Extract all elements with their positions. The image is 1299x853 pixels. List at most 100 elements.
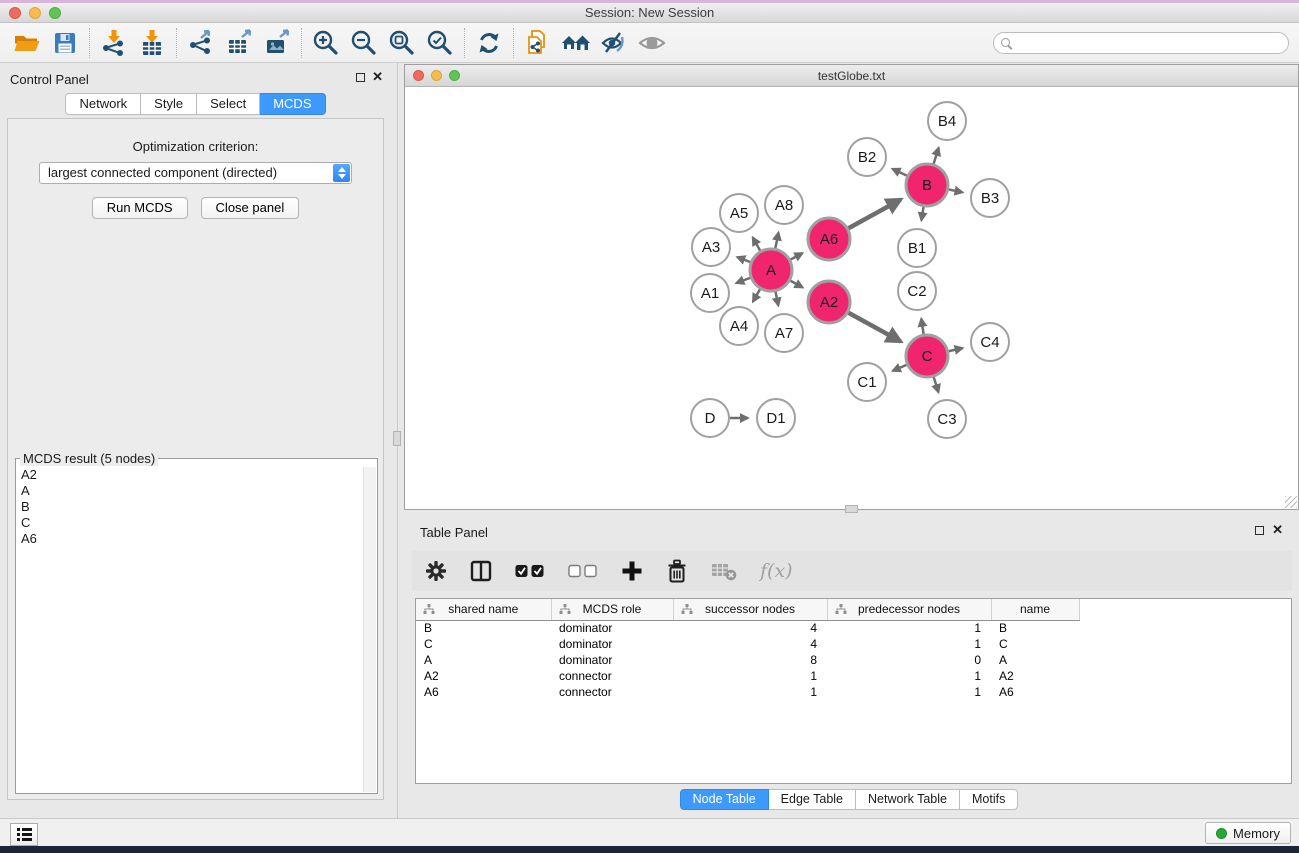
table-cell[interactable]: 4 — [673, 636, 827, 652]
search-field[interactable] — [993, 32, 1289, 54]
table-row[interactable]: Bdominator41B — [416, 620, 1079, 636]
result-list-item[interactable]: A — [17, 483, 362, 499]
column-header-name[interactable]: name — [991, 599, 1079, 620]
function-builder-button[interactable]: f(x) — [760, 560, 793, 582]
birds-eye-view-button[interactable] — [633, 26, 671, 60]
column-header-shared-name[interactable]: shared name — [416, 599, 551, 620]
deselect-all-button[interactable] — [568, 564, 598, 578]
open-session-button[interactable] — [8, 26, 46, 60]
toggle-graphics-details-button[interactable] — [595, 26, 633, 60]
resize-grip-icon[interactable] — [1285, 496, 1297, 508]
table-cell[interactable]: dominator — [551, 620, 673, 636]
graph-edge-B-B3[interactable] — [949, 189, 963, 192]
save-session-button[interactable] — [46, 26, 84, 60]
zoom-out-button[interactable] — [345, 26, 383, 60]
export-network-button[interactable] — [182, 26, 220, 60]
table-cell[interactable]: 1 — [673, 684, 827, 700]
table-cell[interactable]: 0 — [827, 652, 991, 668]
result-list-item[interactable]: B — [17, 499, 362, 515]
result-list-item[interactable]: C — [17, 515, 362, 531]
table-row[interactable]: A2connector11A2 — [416, 668, 1079, 684]
graph-edge-A-A4[interactable] — [753, 289, 760, 302]
search-input[interactable] — [1015, 36, 1288, 50]
table-cell[interactable]: A6 — [416, 684, 551, 700]
table-cell[interactable]: B — [991, 620, 1079, 636]
export-table-button[interactable] — [220, 26, 258, 60]
mcds-result-list[interactable]: A2ABCA6 — [17, 467, 362, 792]
graph-edge-A-A5[interactable] — [753, 237, 761, 250]
table-cell[interactable]: C — [416, 636, 551, 652]
graph-edge-B-B2[interactable] — [892, 169, 907, 176]
table-cell[interactable]: connector — [551, 668, 673, 684]
memory-button[interactable]: Memory — [1205, 822, 1291, 844]
table-cell[interactable]: C — [991, 636, 1079, 652]
add-column-button[interactable] — [621, 560, 643, 582]
graph-edge-A6-B[interactable] — [848, 199, 900, 228]
table-cell[interactable]: 1 — [827, 636, 991, 652]
tab-edge-table[interactable]: Edge Table — [769, 789, 856, 810]
tab-node-table[interactable]: Node Table — [680, 789, 769, 810]
horizontal-divider-handle[interactable] — [845, 505, 858, 513]
float-table-panel-icon[interactable] — [1255, 526, 1264, 535]
network-graph[interactable]: B4B2BB3A5A8A6B1A3AC2A1A2A4A7C4CC1C3DD1 — [405, 88, 1298, 509]
result-list-item[interactable]: A6 — [17, 531, 362, 547]
table-cell[interactable]: B — [416, 620, 551, 636]
tab-network[interactable]: Network — [65, 93, 141, 115]
tab-select[interactable]: Select — [197, 93, 260, 115]
graph-edge-A-A8[interactable] — [775, 232, 778, 248]
table-cell[interactable]: 8 — [673, 652, 827, 668]
graph-edge-B-B1[interactable] — [921, 207, 923, 221]
graph-edge-C-C2[interactable] — [921, 319, 923, 335]
result-list-item[interactable]: A2 — [17, 467, 362, 483]
table-cell[interactable]: A2 — [416, 668, 551, 684]
table-row[interactable]: A6connector11A6 — [416, 684, 1079, 700]
close-panel-icon[interactable]: ✕ — [372, 69, 383, 85]
result-list-scrollbar[interactable] — [363, 467, 376, 792]
table-cell[interactable]: 4 — [673, 620, 827, 636]
export-image-button[interactable] — [258, 26, 296, 60]
table-cell[interactable]: A2 — [991, 668, 1079, 684]
clone-network-button[interactable] — [519, 26, 557, 60]
column-header-MCDS-role[interactable]: MCDS role — [551, 599, 673, 620]
graph-edge-A-A1[interactable] — [736, 278, 750, 283]
graph-edge-C-C4[interactable] — [948, 348, 962, 351]
table-cell[interactable]: 1 — [827, 620, 991, 636]
table-cell[interactable]: connector — [551, 684, 673, 700]
graph-edge-C-C3[interactable] — [934, 377, 939, 392]
home-button[interactable] — [557, 26, 595, 60]
run-mcds-button[interactable]: Run MCDS — [92, 197, 188, 219]
float-panel-icon[interactable] — [356, 73, 365, 82]
table-cell[interactable]: A6 — [991, 684, 1079, 700]
graph-edge-B-B4[interactable] — [934, 148, 939, 164]
table-cell[interactable]: dominator — [551, 636, 673, 652]
select-all-button[interactable] — [515, 564, 545, 578]
table-cell[interactable]: 1 — [673, 668, 827, 684]
delete-table-button[interactable] — [711, 560, 737, 582]
zoom-selected-button[interactable] — [421, 26, 459, 60]
zoom-fit-button[interactable] — [383, 26, 421, 60]
table-cell[interactable]: dominator — [551, 652, 673, 668]
network-window-titlebar[interactable]: testGlobe.txt — [405, 65, 1298, 87]
graph-edge-A-A2[interactable] — [790, 281, 802, 288]
network-canvas[interactable]: B4B2BB3A5A8A6B1A3AC2A1A2A4A7C4CC1C3DD1 — [405, 88, 1298, 509]
refresh-button[interactable] — [470, 26, 508, 60]
close-panel-button[interactable]: Close panel — [201, 197, 300, 219]
graph-edge-C-C1[interactable] — [893, 365, 907, 371]
table-row[interactable]: Cdominator41C — [416, 636, 1079, 652]
delete-column-button[interactable] — [666, 559, 688, 583]
close-table-panel-icon[interactable]: ✕ — [1272, 522, 1283, 538]
tab-network-table[interactable]: Network Table — [856, 789, 960, 810]
column-header-successor-nodes[interactable]: successor nodes — [673, 599, 827, 620]
criterion-select[interactable]: largest connected component (directed) — [39, 162, 352, 184]
graph-edge-A-A6[interactable] — [790, 253, 802, 259]
graph-edge-A-A7[interactable] — [775, 292, 778, 306]
tab-motifs[interactable]: Motifs — [960, 789, 1018, 810]
vertical-divider-handle[interactable] — [393, 431, 401, 446]
node-table[interactable]: shared nameMCDS rolesuccessor nodesprede… — [415, 598, 1292, 784]
import-network-button[interactable] — [95, 26, 133, 60]
table-settings-button[interactable] — [425, 560, 447, 582]
split-columns-button[interactable] — [470, 560, 492, 582]
task-history-button[interactable] — [10, 823, 38, 846]
table-cell[interactable]: A — [416, 652, 551, 668]
zoom-in-button[interactable] — [307, 26, 345, 60]
